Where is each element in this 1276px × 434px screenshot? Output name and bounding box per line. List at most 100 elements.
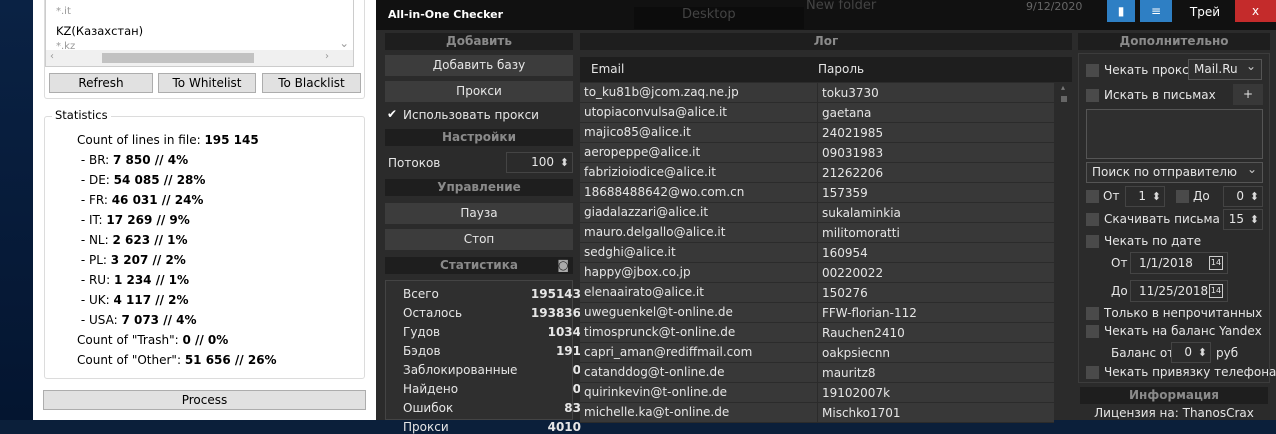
stat-line: Count of "Other": 51 656 // 26%: [77, 353, 277, 367]
password-cell: 21262206: [817, 163, 883, 183]
stat-value: 0 // 0%: [182, 333, 229, 347]
log-row[interactable]: utopiaconvulsa@alice.it gaetana: [580, 103, 1054, 123]
log-row[interactable]: uweguenkel@t-online.de FFW-florian-112: [580, 303, 1054, 323]
calendar-icon[interactable]: 14: [1209, 256, 1223, 270]
password-cell: 00220022: [817, 263, 883, 283]
email-cell: timosprunck@t-online.de: [584, 325, 736, 339]
close-button[interactable]: x: [1235, 0, 1276, 22]
download-checkbox[interactable]: [1086, 213, 1099, 226]
use-proxy-label: Использовать прокси: [403, 108, 539, 122]
statistics-group: Statistics Count of lines in file: 195 1…: [44, 108, 365, 379]
currency-label: руб: [1216, 346, 1239, 360]
yandex-checkbox[interactable]: [1086, 325, 1099, 338]
email-cell: elenaairato@alice.it: [584, 285, 704, 299]
scroll-up-icon[interactable]: ▴: [1061, 83, 1065, 92]
proxy-button[interactable]: Прокси: [385, 81, 573, 102]
stat-row: Найдено 0: [403, 382, 581, 396]
domains-group: [44, 0, 365, 99]
date-to-picker[interactable]: 11/25/2018 14: [1130, 280, 1228, 302]
log-row[interactable]: sedghi@alice.it 160954: [580, 243, 1054, 263]
email-cell: majico85@alice.it: [584, 125, 691, 139]
to-spinner[interactable]: 0: [1223, 186, 1263, 207]
stat-label: Всего: [403, 287, 439, 301]
from-spinner[interactable]: 1: [1125, 186, 1165, 207]
log-row[interactable]: elenaairato@alice.it 150276: [580, 283, 1054, 303]
info-header: Информация: [1080, 387, 1268, 404]
log-row[interactable]: aeropeppe@alice.it 09031983: [580, 143, 1054, 163]
stat-value: 54 085 // 28%: [113, 173, 206, 187]
control-header: Управление: [385, 179, 573, 196]
stat-label: - PL:: [77, 253, 111, 267]
add-base-button[interactable]: Добавить базу: [385, 55, 573, 76]
check-proxy-checkbox[interactable]: [1086, 64, 1099, 77]
log-row[interactable]: catanddog@t-online.de mauritz8: [580, 363, 1054, 383]
unread-checkbox[interactable]: [1086, 307, 1099, 320]
stat-row: Прокси 4010: [403, 420, 581, 434]
log-row[interactable]: capri_aman@rediffmail.com oakpsiecnn: [580, 343, 1054, 363]
stat-line: - NL: 2 623 // 1%: [77, 233, 188, 247]
use-proxy-checkbox[interactable]: ✔: [387, 107, 397, 121]
column-email[interactable]: Email: [591, 62, 624, 76]
search-mail-checkbox[interactable]: [1086, 89, 1099, 102]
log-row[interactable]: happy@jbox.co.jp 00220022: [580, 263, 1054, 283]
log-row[interactable]: michelle.ka@t-online.de Mischko1701: [580, 403, 1054, 423]
threads-spinner[interactable]: 100: [506, 152, 573, 173]
download-label: Скачивать письма: [1104, 212, 1220, 226]
stat-label: Count of lines in file:: [77, 133, 205, 147]
proxy-service-select[interactable]: Mail.Ru: [1188, 57, 1262, 80]
by-date-label: Чекать по дате: [1104, 234, 1202, 248]
extra-header: Дополнительно: [1078, 33, 1270, 50]
stat-value: 1034: [547, 325, 581, 339]
download-spinner[interactable]: 15: [1223, 209, 1263, 230]
folder-icon[interactable]: ▮: [1107, 0, 1135, 22]
search-mail-label: Искать в письмах: [1104, 88, 1216, 102]
from-checkbox[interactable]: [1086, 190, 1099, 203]
date-from-picker[interactable]: 1/1/2018 14: [1130, 252, 1228, 274]
pause-button[interactable]: Пауза: [385, 203, 573, 224]
stop-button[interactable]: Стоп: [385, 229, 573, 250]
log-row[interactable]: mauro.delgallo@alice.it militomoratti: [580, 223, 1054, 243]
log-row[interactable]: timosprunck@t-online.de Rauchen2410: [580, 323, 1054, 343]
password-cell: toku3730: [817, 83, 879, 103]
log-row[interactable]: quirinkevin@t-online.de 19102007k: [580, 383, 1054, 403]
stat-label: Гудов: [403, 325, 441, 339]
log-row[interactable]: fabrizioiodice@alice.it 21262206: [580, 163, 1054, 183]
stat-label: - USA:: [77, 313, 122, 327]
tray-button[interactable]: Трей: [1180, 0, 1230, 22]
date-from-value: 1/1/2018: [1139, 256, 1193, 270]
sorter-window: *.it KZ(Казахстан) *.kz ⌄ ‹ › Refresh To…: [33, 0, 376, 420]
password-cell: 19102007k: [817, 383, 890, 403]
to-checkbox[interactable]: [1176, 190, 1189, 203]
add-header: Добавить: [385, 33, 573, 50]
stat-value: 7 850 // 4%: [113, 153, 189, 167]
log-row[interactable]: to_ku81b@jcom.zaq.ne.jp toku3730: [580, 83, 1054, 103]
menu-icon[interactable]: ≡: [1140, 0, 1172, 22]
stat-label: Заблокированные: [403, 363, 518, 377]
log-scrollbar[interactable]: ▴: [1058, 83, 1070, 420]
stat-line: - BR: 7 850 // 4%: [77, 153, 188, 167]
calendar-icon[interactable]: 14: [1209, 284, 1223, 298]
phone-checkbox[interactable]: [1086, 366, 1099, 379]
process-button[interactable]: Process: [43, 390, 366, 410]
add-keyword-button[interactable]: +: [1233, 84, 1263, 105]
email-cell: capri_aman@rediffmail.com: [584, 345, 753, 359]
search-mode-select[interactable]: Поиск по отправителю: [1086, 160, 1263, 183]
stats-header: Статистика ◙: [385, 257, 573, 274]
email-cell: happy@jbox.co.jp: [584, 265, 691, 279]
log-row[interactable]: 18688488642@wo.com.cn 157359: [580, 183, 1054, 203]
column-password[interactable]: Пароль: [818, 62, 864, 76]
stat-value: 83: [564, 401, 581, 415]
log-row[interactable]: giadalazzari@alice.it sukalaminkia: [580, 203, 1054, 223]
password-cell: mauritz8: [817, 363, 876, 383]
by-date-checkbox[interactable]: [1086, 235, 1099, 248]
stat-line: - FR: 46 031 // 24%: [77, 193, 204, 207]
keywords-textarea[interactable]: [1086, 109, 1263, 159]
camera-icon[interactable]: ◙: [557, 257, 569, 274]
stat-label: Найдено: [403, 382, 459, 396]
stat-line: - USA: 7 073 // 4%: [77, 313, 197, 327]
scroll-thumb[interactable]: [1061, 96, 1067, 102]
stat-row: Осталось 193836: [403, 306, 581, 320]
balance-spinner[interactable]: 0: [1171, 342, 1211, 363]
stat-label: - RU:: [77, 273, 114, 287]
log-row[interactable]: majico85@alice.it 24021985: [580, 123, 1054, 143]
